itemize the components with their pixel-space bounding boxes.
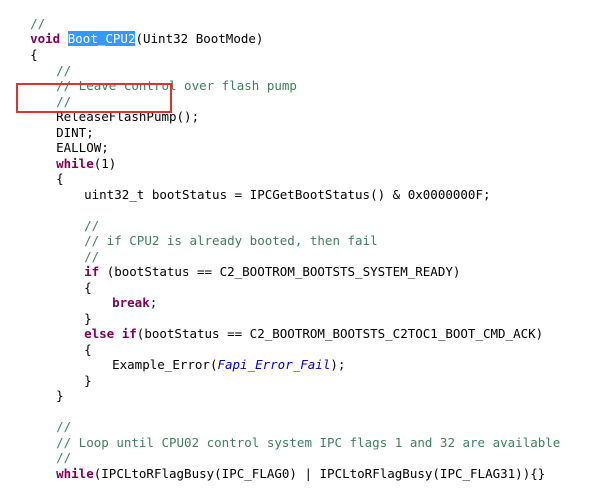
- error-constant: Fapi_Error_Fail: [217, 357, 331, 372]
- code-line-4: //: [26, 47, 71, 78]
- keyword-break: break: [112, 295, 150, 310]
- code-line-27: //: [26, 404, 71, 434]
- code-line-3: {: [30, 46, 38, 62]
- code-editor[interactable]: // void Boot_CPU2(Uint32 BootMode) { // …: [0, 0, 600, 481]
- keyword-else-if: else if: [84, 326, 137, 341]
- code-line-12: uint32_t bootStatus = IPCGetBootStatus()…: [84, 186, 491, 202]
- code-line-5: // Leave control over flash pump: [26, 63, 297, 93]
- code-line-10: while(1): [56, 155, 117, 171]
- code-line-19: break;: [112, 295, 158, 310]
- code-line-23: Example_Error(Fapi_Error_Fail);: [112, 357, 346, 372]
- code-line-24: }: [84, 372, 92, 388]
- code-line-29: //: [26, 435, 71, 465]
- code-line-2: void Boot_CPU2(Uint32 BootMode): [0, 16, 263, 46]
- code-line-18: {: [84, 279, 92, 295]
- code-line-25: }: [56, 388, 64, 403]
- code-line-21: else if(bootStatus == C2_BOOTROM_BOOTSTS…: [84, 326, 544, 341]
- code-line-22: {: [84, 341, 92, 357]
- code-line-17: if (bootStatus == C2_BOOTROM_BOOTSTS_SYS…: [84, 264, 461, 279]
- code-line-30: while(IPCLtoRFlagBusy(IPC_FLAG0) | IPCLt…: [56, 465, 546, 481]
- code-line-16: //: [54, 233, 99, 264]
- keyword-while: while: [56, 465, 94, 481]
- code-line-15: // if CPU2 is already booted, then fail: [54, 218, 378, 248]
- comment: // if CPU2 is already booted, then fail: [84, 233, 378, 248]
- code-line-9: EALLOW;: [56, 140, 109, 155]
- code-line-11: {: [56, 171, 64, 186]
- highlight-annotation-box: [16, 83, 172, 113]
- code-line-1: //: [0, 0, 45, 31]
- function-params: (Uint32 BootMode): [135, 31, 264, 46]
- code-line-28: // Loop until CPU02 control system IPC f…: [26, 419, 560, 450]
- comment: // Loop until CPU02 control system IPC f…: [56, 434, 561, 450]
- code-line-14: //: [54, 202, 99, 233]
- selected-function-name[interactable]: Boot_CPU2: [67, 31, 136, 46]
- code-line-20: }: [84, 310, 92, 326]
